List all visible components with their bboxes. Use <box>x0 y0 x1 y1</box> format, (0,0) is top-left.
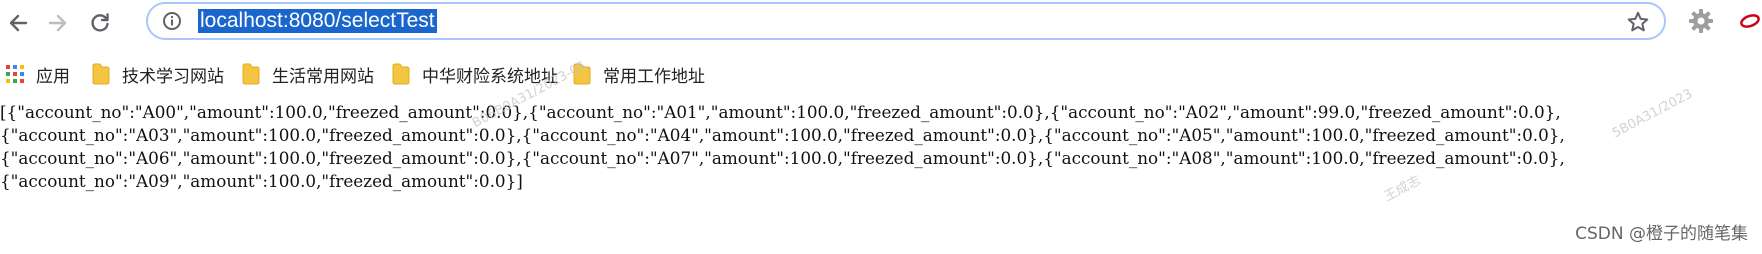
extension-icon[interactable] <box>1738 13 1762 33</box>
bookmark-label: 生活常用网站 <box>272 66 374 87</box>
csdn-credit: CSDN @橙子的随笔集 <box>1575 224 1748 244</box>
back-arrow-icon <box>9 14 28 32</box>
folder-icon <box>242 63 260 85</box>
url-text[interactable]: localhost:8080/selectTest <box>198 9 437 33</box>
bookmark-label: 常用工作地址 <box>603 66 705 87</box>
info-icon[interactable] <box>162 11 182 35</box>
bookmark-apps[interactable]: 应用 <box>6 60 70 88</box>
address-bar[interactable]: localhost:8080/selectTest <box>146 2 1666 40</box>
folder-icon <box>92 63 110 85</box>
apps-grid-icon <box>6 65 24 83</box>
json-line: {"account_no":"A06","amount":100.0,"free… <box>0 148 1565 168</box>
bookmarks-bar: 应用 技术学习网站 生活常用网站 中华财险系统地址 常用工作地址 <box>0 48 1762 100</box>
json-response-body: [{"account_no":"A00","amount":100.0,"fre… <box>0 101 1762 193</box>
bookmark-folder-work[interactable]: 常用工作地址 <box>573 60 705 88</box>
json-line: [{"account_no":"A00","amount":100.0,"fre… <box>0 102 1561 122</box>
bookmark-folder-life[interactable]: 生活常用网站 <box>242 60 374 88</box>
folder-icon <box>392 63 410 85</box>
forward-button[interactable] <box>42 7 74 39</box>
star-icon[interactable] <box>1626 10 1650 38</box>
bookmark-label: 技术学习网站 <box>122 66 224 87</box>
bookmark-label: 应用 <box>36 66 70 87</box>
back-button[interactable] <box>2 7 34 39</box>
forward-arrow-icon <box>48 14 67 32</box>
json-line: {"account_no":"A03","amount":100.0,"free… <box>0 125 1565 145</box>
reload-button[interactable] <box>84 7 116 39</box>
browser-toolbar: localhost:8080/selectTest <box>0 0 1762 46</box>
gear-icon[interactable] <box>1688 8 1714 38</box>
bookmark-folder-tech[interactable]: 技术学习网站 <box>92 60 224 88</box>
json-line: {"account_no":"A09","amount":100.0,"free… <box>0 171 523 191</box>
reload-icon <box>91 13 109 32</box>
